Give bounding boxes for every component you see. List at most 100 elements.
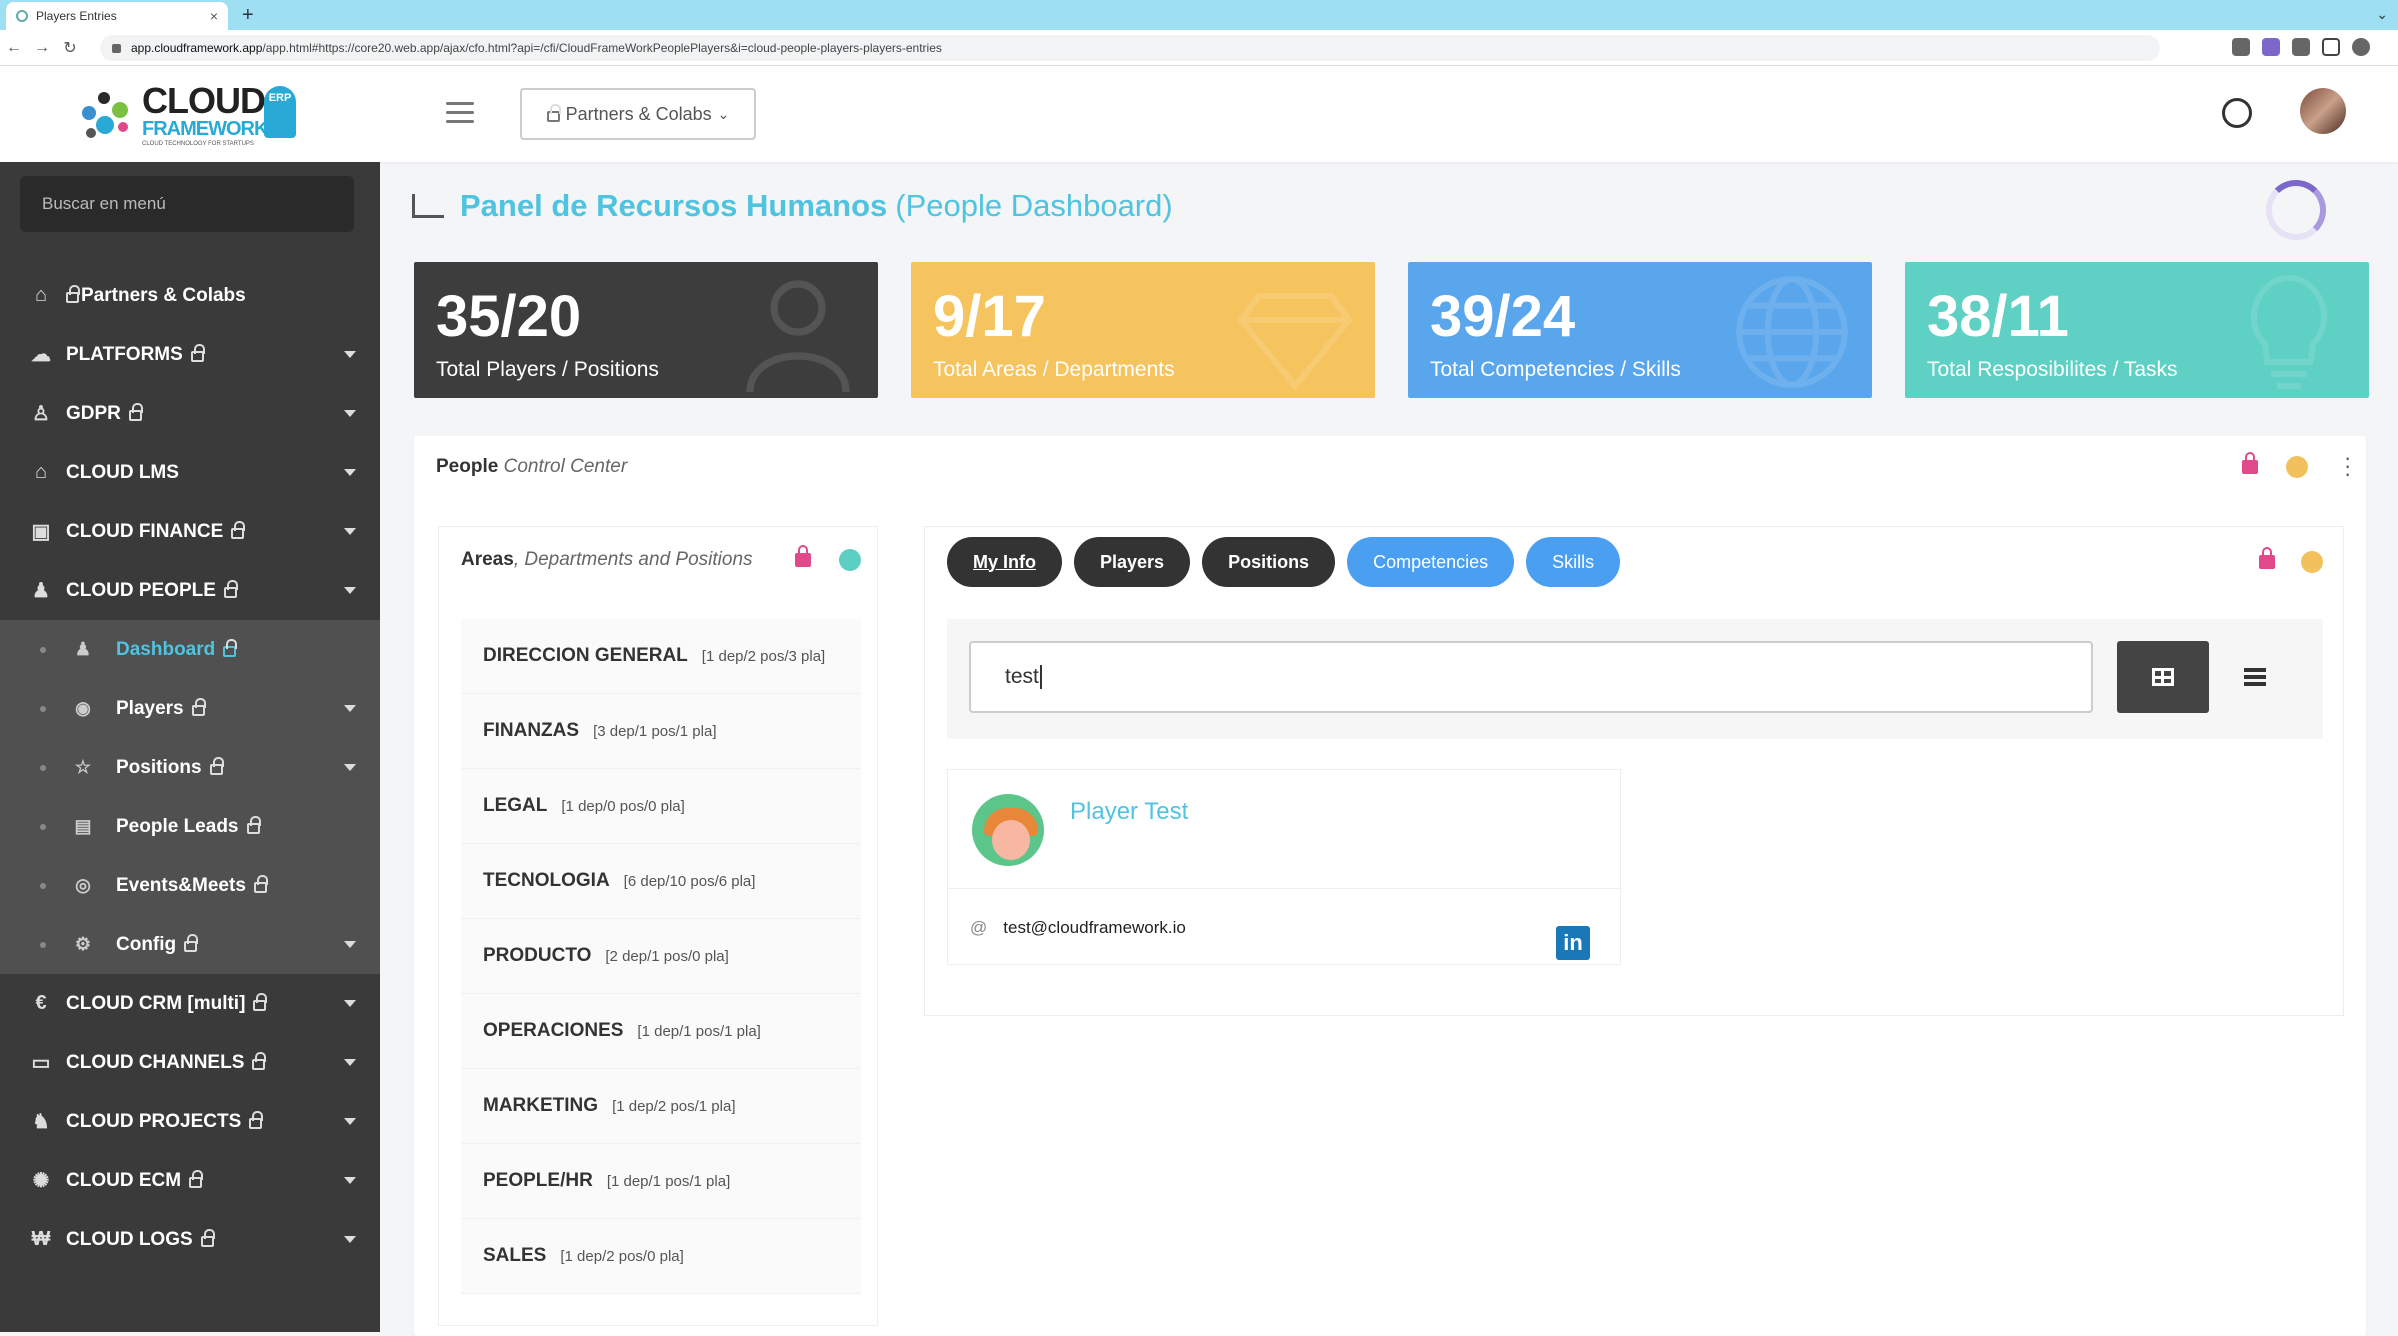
text-cursor [1039, 665, 1042, 689]
tab-positions[interactable]: Positions [1202, 537, 1336, 587]
reload-icon[interactable]: ↻ [56, 38, 84, 58]
player-card[interactable]: Player Test @ test@cloudframework.io in [947, 769, 1622, 965]
area-item[interactable]: PEOPLE/HR [1 dep/1 pos/1 pla] [461, 1144, 861, 1219]
grid-view-button[interactable] [2117, 641, 2209, 713]
puzzle-icon[interactable] [2292, 38, 2310, 56]
area-name: TECNOLOGIA [483, 870, 610, 891]
hamburger-menu-icon[interactable] [446, 102, 474, 124]
linkedin-icon[interactable]: in [1556, 926, 1590, 960]
lock-icon [223, 580, 238, 598]
lock-icon [253, 993, 268, 1011]
sidebar-subitem-config[interactable]: ⚙ Config [0, 915, 380, 974]
area-item[interactable]: FINANZAS [3 dep/1 pos/1 pla] [461, 694, 861, 769]
people-search-input[interactable]: test [969, 641, 2093, 713]
sidepanel-icon[interactable] [2322, 38, 2340, 56]
erp-badge: ERP [264, 86, 296, 138]
lock-icon[interactable] [2259, 547, 2275, 569]
area-meta: [1 dep/2 pos/0 pla] [560, 1247, 684, 1265]
sidebar-item-partners[interactable]: ⌂ Partners & Colabs [0, 266, 380, 325]
sidebar-item-gdpr[interactable]: ♙ GDPR [0, 384, 380, 443]
extension-icon[interactable] [2262, 38, 2280, 56]
areas-panel: Areas, Departments and Positions DIRECCI… [438, 526, 878, 1326]
area-item[interactable]: PRODUCTO [2 dep/1 pos/0 pla] [461, 919, 861, 994]
sidebar-item-cloud-lms[interactable]: ⌂ CLOUD LMS [0, 443, 380, 502]
tab-my-info[interactable]: My Info [947, 537, 1062, 587]
stat-card-players[interactable]: 35/20 Total Players / Positions [414, 262, 878, 398]
area-meta: [1 dep/1 pos/1 pla] [606, 1172, 731, 1190]
sidebar-item-cloud-people[interactable]: ♟ CLOUD PEOPLE [0, 561, 380, 620]
area-name: PRODUCTO [483, 945, 592, 966]
sidebar-subitem-dashboard[interactable]: ♟ Dashboard [0, 620, 380, 679]
lock-icon[interactable] [2242, 452, 2258, 474]
caret-down-icon [344, 1059, 356, 1066]
area-item[interactable]: OPERACIONES [1 dep/1 pos/1 pla] [461, 994, 861, 1069]
area-item[interactable]: TECNOLOGIA [6 dep/10 pos/6 pla] [461, 844, 861, 919]
caret-down-icon [344, 528, 356, 535]
whatsapp-icon[interactable] [2222, 98, 2252, 128]
lock-icon [223, 639, 238, 657]
partners-dropdown[interactable]: Partners & Colabs ⌄ [520, 88, 756, 140]
control-center-title-italic: Control Center [503, 456, 628, 477]
area-item[interactable]: DIRECCION GENERAL [1 dep/2 pos/3 pla] [461, 619, 861, 694]
new-tab-icon[interactable]: + [242, 4, 254, 27]
sidebar-item-label: CLOUD ECM [66, 1169, 182, 1191]
tab-skills[interactable]: Skills [1526, 537, 1621, 587]
sidebar-item-cloud-crm[interactable]: € CLOUD CRM [multi] [0, 974, 380, 1033]
sidebar-subitem-positions[interactable]: ☆ Positions [0, 738, 380, 797]
area-item[interactable]: MARKETING [1 dep/2 pos/1 pla] [461, 1069, 861, 1144]
tab-competencies[interactable]: Competencies [1347, 537, 1515, 587]
area-name: MARKETING [483, 1095, 599, 1116]
close-tab-icon[interactable]: × [210, 8, 218, 24]
area-item[interactable]: LEGAL [1 dep/0 pos/0 pla] [461, 769, 861, 844]
url-field[interactable]: app.cloudframework.app/app.html#https://… [100, 35, 2160, 61]
menu-search-placeholder: Buscar en menú [42, 194, 166, 213]
team-icon: ♞ [32, 1111, 50, 1133]
status-dot-icon[interactable] [2301, 551, 2323, 573]
list-view-button[interactable] [2209, 641, 2301, 713]
lock-icon [66, 285, 80, 303]
back-icon[interactable]: ← [0, 39, 28, 57]
caret-down-icon [344, 1177, 356, 1184]
extension-icon[interactable] [2232, 38, 2250, 56]
sidebar-subitem-events[interactable]: ◎ Events&Meets [0, 856, 380, 915]
stat-card-responsibilities[interactable]: 38/11 Total Resposibilites / Tasks [1905, 262, 2369, 398]
menu-search-input[interactable]: Buscar en menú [20, 176, 354, 232]
status-dot-icon[interactable] [2286, 456, 2308, 478]
more-vertical-icon[interactable]: · · · [2344, 447, 2351, 485]
sidebar-item-cloud-logs[interactable]: ₩ CLOUD LOGS [0, 1210, 380, 1269]
areas-title-italic: , Departments and Positions [513, 549, 753, 570]
sidebar-subitem-label: Players [116, 697, 184, 719]
sidebar-subitem-people-leads[interactable]: ▤ People Leads [0, 797, 380, 856]
browser-tab[interactable]: Players Entries × [6, 2, 228, 30]
area-name: FINANZAS [483, 720, 580, 741]
diamond-icon [1237, 293, 1353, 391]
sidebar-item-cloud-ecm[interactable]: ✺ CLOUD ECM [0, 1151, 380, 1210]
stat-card-competencies[interactable]: 39/24 Total Competencies / Skills [1408, 262, 1872, 398]
favicon-icon [16, 10, 28, 22]
bullet-icon [40, 823, 46, 830]
caret-down-icon [344, 1236, 356, 1243]
url-path: /app.html#https://core20.web.app/ajax/cf… [262, 41, 942, 55]
sidebar-item-cloud-projects[interactable]: ♞ CLOUD PROJECTS [0, 1092, 380, 1151]
divider [948, 888, 1622, 889]
tab-players[interactable]: Players [1074, 537, 1191, 587]
status-dot-icon[interactable] [839, 549, 861, 571]
tab-search-icon[interactable]: ⌄ [2376, 6, 2388, 23]
area-item[interactable]: SALES [1 dep/2 pos/0 pla] [461, 1219, 861, 1294]
lock-icon[interactable] [795, 545, 811, 567]
player-name[interactable]: Player Test [1070, 798, 1188, 826]
sidebar-subitem-players[interactable]: ◉ Players [0, 679, 380, 738]
target-icon: ◎ [75, 875, 91, 895]
sidebar-item-cloud-channels[interactable]: ▭ CLOUD CHANNELS [0, 1033, 380, 1092]
forward-icon[interactable]: → [28, 39, 56, 57]
sidebar-item-cloud-finance[interactable]: ▣ CLOUD FINANCE [0, 502, 380, 561]
profile-icon[interactable] [2352, 38, 2370, 56]
logo-dots-icon [78, 86, 136, 144]
sidebar-subitem-label: Events&Meets [116, 874, 246, 896]
page-title-text: Panel de Recursos Humanos [460, 188, 888, 223]
user-avatar[interactable] [2300, 88, 2346, 134]
cloud-people-submenu: ♟ Dashboard ◉ Players ☆ Positions ▤ Peop… [0, 620, 380, 974]
stat-card-areas[interactable]: 9/17 Total Areas / Departments [911, 262, 1375, 398]
bullet-icon [40, 941, 46, 948]
sidebar-item-platforms[interactable]: ☁ PLATFORMS [0, 325, 380, 384]
